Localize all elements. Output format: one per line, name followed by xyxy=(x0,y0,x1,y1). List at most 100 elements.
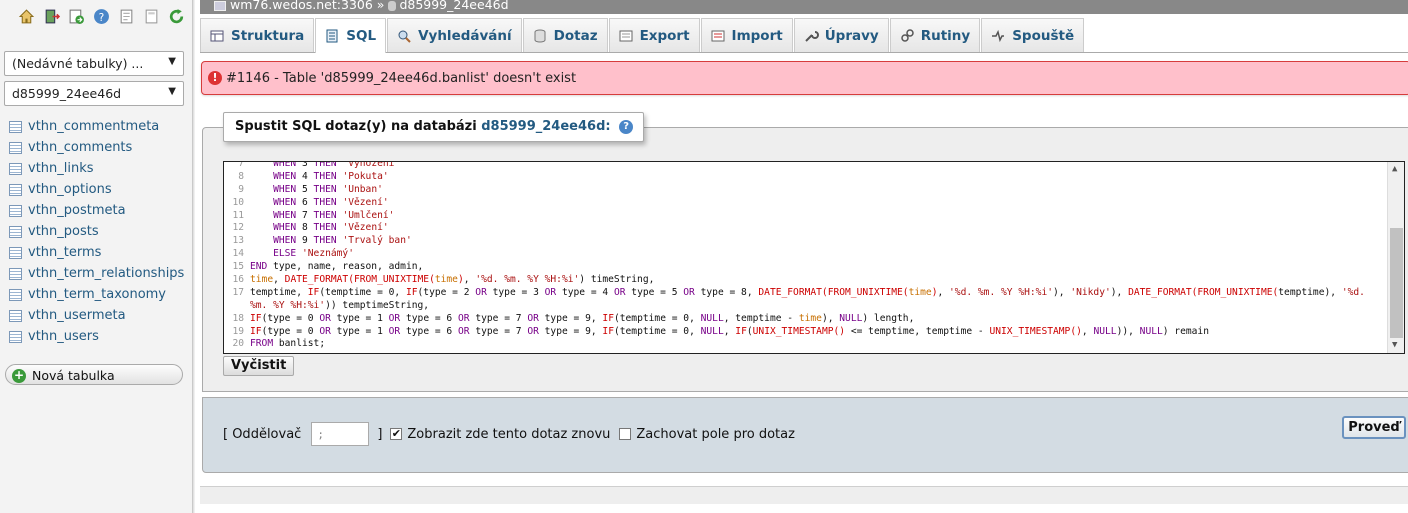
table-icon xyxy=(9,120,22,133)
tab-search[interactable]: Vyhledávání xyxy=(387,18,522,52)
line-number: 9 xyxy=(238,183,244,195)
table-link[interactable]: vthn_terms xyxy=(28,245,101,260)
tab-triggers[interactable]: Spouště xyxy=(981,18,1085,52)
table-link[interactable]: vthn_comments xyxy=(28,140,132,155)
server-icon xyxy=(214,0,226,11)
recent-tables-select[interactable]: (Nedávné tabulky) ... ▼ xyxy=(4,51,184,76)
keep-query-box-checkbox[interactable] xyxy=(619,428,632,440)
table-list-item[interactable]: vthn_posts xyxy=(9,221,184,242)
tab-label: Dotaz xyxy=(553,27,598,44)
table-link[interactable]: vthn_posts xyxy=(28,224,99,239)
chevron-down-icon: ▼ xyxy=(168,86,176,97)
tab-routines[interactable]: Rutiny xyxy=(889,18,981,52)
code-line: 8 WHEN 4 THEN 'Pokuta' xyxy=(224,171,1386,184)
help-icon[interactable]: ? xyxy=(619,119,634,134)
breadcrumb: wm76.wedos.net:3306 » d85999_24ee46d xyxy=(200,0,1408,14)
scrollbar-thumb[interactable] xyxy=(1390,228,1403,338)
docs-icon[interactable]: ? xyxy=(93,8,110,25)
sql-code: 7 WHEN 3 THEN 'Vyhození' 8 WHEN 4 THEN 'P… xyxy=(224,161,1386,351)
scroll-down-icon[interactable]: ▼ xyxy=(1392,340,1397,350)
panel-resizer[interactable] xyxy=(193,0,195,513)
line-number: 18 xyxy=(232,312,244,324)
code-text: IF(type = 0 OR type = 1 OR type = 6 OR t… xyxy=(250,325,1209,337)
table-icon xyxy=(9,141,22,154)
plus-icon: + xyxy=(12,367,26,383)
tab-label: Vyhledávání xyxy=(418,27,512,44)
code-text: WHEN 8 THEN 'Vězení' xyxy=(273,222,389,234)
new-table-label: Nová tabulka xyxy=(32,368,115,383)
tab-structure[interactable]: Struktura xyxy=(200,18,315,52)
sql-editor[interactable]: 7 WHEN 3 THEN 'Vyhození' 8 WHEN 4 THEN 'P… xyxy=(223,161,1405,354)
table-link[interactable]: vthn_options xyxy=(28,182,112,197)
tab-export[interactable]: Export xyxy=(608,18,700,52)
routines-icon xyxy=(900,28,914,42)
table-link[interactable]: vthn_commentmeta xyxy=(28,119,159,134)
home-icon[interactable] xyxy=(18,8,35,25)
breadcrumb-separator: » xyxy=(376,0,385,12)
keep-query-box-label[interactable]: Zachovat pole pro dotaz xyxy=(636,427,795,442)
line-number: 10 xyxy=(232,196,244,208)
table-list: vthn_commentmeta vthn_comments vthn_linksv… xyxy=(9,116,184,347)
clear-button[interactable]: Vyčistit xyxy=(223,356,295,376)
code-text: WHEN 4 THEN 'Pokuta' xyxy=(273,170,389,182)
code-line: %m. %Y %H:%i')) temptimeString, xyxy=(224,300,1386,313)
tab-label: Import xyxy=(731,27,783,44)
tab-label: SQL xyxy=(346,28,377,44)
sql-panel-title-text: Spustit SQL dotaz(y) na databázi xyxy=(235,119,477,134)
footer-strip xyxy=(200,486,1408,504)
error-icon: ! xyxy=(208,71,222,85)
table-link[interactable]: vthn_term_taxonomy xyxy=(28,287,166,302)
table-list-item[interactable]: vthn_postmeta xyxy=(9,200,184,221)
scroll-up-icon[interactable]: ▲ xyxy=(1392,164,1397,174)
code-line: 12 WHEN 8 THEN 'Vězení' xyxy=(224,222,1386,235)
line-number: 17 xyxy=(232,286,244,298)
line-number: 14 xyxy=(232,248,244,260)
table-list-item[interactable]: vthn_commentmeta xyxy=(9,116,184,137)
tab-label: Spouště xyxy=(1012,27,1075,44)
line-number: 15 xyxy=(232,261,244,273)
tab-wrench[interactable]: Úpravy xyxy=(793,18,889,52)
show-query-label[interactable]: Zobrazit zde tento dotaz znovu xyxy=(407,427,610,442)
sql-docs-icon[interactable] xyxy=(118,8,135,25)
table-list-item[interactable]: vthn_comments xyxy=(9,137,184,158)
code-text: time, DATE_FORMAT(FROM_UNIXTIME(time), '… xyxy=(250,274,655,286)
settings-icon[interactable] xyxy=(143,8,160,25)
table-link[interactable]: vthn_usermeta xyxy=(28,308,126,323)
table-link[interactable]: vthn_term_relationships xyxy=(28,266,184,281)
import-icon xyxy=(711,30,725,41)
tab-query[interactable]: Dotaz xyxy=(522,18,608,52)
database-select[interactable]: d85999_24ee46d ▼ xyxy=(4,81,184,106)
code-text: temptime, IF(temptime = 0, IF(type = 2 O… xyxy=(250,286,1365,298)
table-list-item[interactable]: vthn_links xyxy=(9,158,184,179)
code-text: WHEN 3 THEN 'Vyhození' xyxy=(273,161,401,169)
table-list-item[interactable]: vthn_terms xyxy=(9,242,184,263)
reload-icon[interactable] xyxy=(168,8,185,25)
table-list-item[interactable]: vthn_options xyxy=(9,179,184,200)
table-list-item[interactable]: vthn_users xyxy=(9,326,184,347)
table-link[interactable]: vthn_links xyxy=(28,161,94,176)
table-link[interactable]: vthn_postmeta xyxy=(28,203,126,218)
go-button[interactable]: Proveď xyxy=(1342,416,1406,439)
code-line: 11 WHEN 7 THEN 'Umlčení' xyxy=(224,210,1386,223)
triggers-icon xyxy=(992,29,1005,42)
delimiter-input[interactable]: ; xyxy=(311,422,370,446)
line-number: 7 xyxy=(238,161,244,169)
sql-panel-db-link[interactable]: d85999_24ee46d: xyxy=(481,119,610,134)
new-table-button[interactable]: + Nová tabulka xyxy=(5,364,183,385)
table-list-item[interactable]: vthn_term_taxonomy xyxy=(9,284,184,305)
tab-sql[interactable]: SQL xyxy=(315,18,387,53)
code-text: WHEN 6 THEN 'Vězení' xyxy=(273,196,389,208)
exit-icon[interactable] xyxy=(43,8,60,25)
breadcrumb-server[interactable]: wm76.wedos.net:3306 xyxy=(230,0,373,12)
tab-import[interactable]: Import xyxy=(700,18,793,52)
editor-scrollbar[interactable]: ▲ ▼ xyxy=(1387,162,1404,353)
table-list-item[interactable]: vthn_usermeta xyxy=(9,305,184,326)
table-icon xyxy=(9,246,22,259)
code-text: FROM banlist; xyxy=(250,338,326,350)
query-window-icon[interactable] xyxy=(68,8,85,25)
line-number: 20 xyxy=(232,338,244,350)
breadcrumb-database[interactable]: d85999_24ee46d xyxy=(399,0,508,12)
table-link[interactable]: vthn_users xyxy=(28,329,99,344)
show-query-checkbox[interactable]: ✔ xyxy=(390,428,403,440)
table-list-item[interactable]: vthn_term_relationships xyxy=(9,263,184,284)
